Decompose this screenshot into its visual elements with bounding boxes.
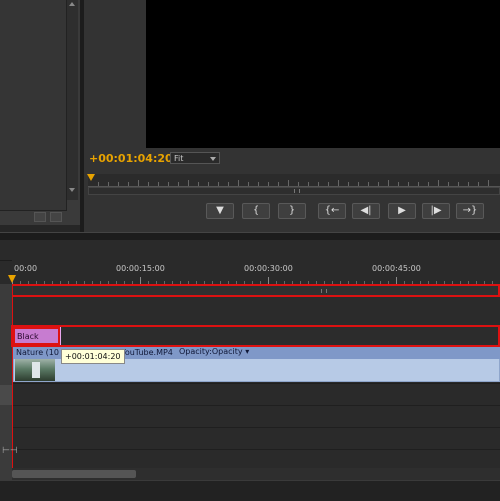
chevron-down-icon bbox=[210, 157, 216, 161]
ruler-tick bbox=[268, 277, 269, 284]
project-list bbox=[0, 0, 67, 211]
play-icon: ▶ bbox=[398, 205, 406, 216]
step-forward-button[interactable]: |▶ bbox=[422, 203, 450, 219]
go-to-out-icon: →} bbox=[462, 205, 478, 216]
status-bar bbox=[0, 480, 500, 501]
clip-thumbnail bbox=[15, 359, 55, 381]
track-header[interactable] bbox=[0, 385, 12, 405]
play-button[interactable]: ▶ bbox=[388, 203, 416, 219]
track-divider bbox=[12, 405, 500, 406]
step-forward-icon: |▶ bbox=[430, 205, 442, 216]
program-monitor-viewer bbox=[146, 0, 500, 148]
ruler-ticks bbox=[12, 277, 500, 284]
ruler-label: 00:00:30:00 bbox=[244, 264, 293, 273]
timeline-playhead-icon[interactable] bbox=[8, 275, 16, 283]
delete-icon[interactable] bbox=[50, 212, 62, 222]
track-divider bbox=[12, 383, 500, 384]
mark-out-button[interactable]: } bbox=[278, 203, 306, 219]
clip-name: Nature (10 bbox=[16, 348, 59, 357]
timecode-tooltip: +00:01:04:20 bbox=[61, 349, 125, 364]
video-track-2[interactable] bbox=[11, 325, 500, 347]
mark-out-icon: } bbox=[288, 205, 296, 216]
zoom-dropdown-label: Fit bbox=[174, 154, 184, 163]
go-to-in-button[interactable]: {← bbox=[318, 203, 346, 219]
step-back-icon: ◀| bbox=[360, 205, 372, 216]
timeline-zoom-scrollbar[interactable] bbox=[11, 284, 500, 297]
playhead-timecode[interactable]: +00:01:04:20 bbox=[89, 152, 173, 165]
track-row bbox=[12, 297, 500, 326]
mark-in-icon: { bbox=[252, 205, 260, 216]
ruler-tick bbox=[140, 277, 141, 284]
track-divider bbox=[12, 449, 500, 450]
timeline-header bbox=[0, 240, 500, 261]
scroll-down-icon[interactable] bbox=[69, 188, 75, 192]
marker-icon: ▼ bbox=[216, 205, 224, 216]
scrollbar-thumb[interactable] bbox=[12, 470, 136, 478]
monitor-zoom-scrollbar[interactable] bbox=[88, 187, 500, 195]
ruler-label: 00:00 bbox=[14, 264, 38, 273]
project-scrollbar[interactable] bbox=[67, 0, 78, 200]
opacity-label: Opacity:Opacity bbox=[179, 347, 243, 356]
go-to-out-button[interactable]: →} bbox=[456, 203, 484, 219]
add-marker-button[interactable]: ▼ bbox=[206, 203, 234, 219]
ruler-label: 00:00:15:00 bbox=[116, 264, 165, 273]
zoom-dropdown[interactable]: Fit bbox=[170, 152, 220, 164]
new-bin-icon[interactable] bbox=[34, 212, 46, 222]
clip-name-suffix: YouTube.MP4 bbox=[121, 348, 173, 357]
monitor-time-ruler[interactable] bbox=[88, 174, 500, 187]
chevron-down-icon: ▾ bbox=[245, 347, 250, 356]
scroll-up-icon[interactable] bbox=[69, 2, 75, 6]
mark-in-button[interactable]: { bbox=[242, 203, 270, 219]
monitor-playhead-icon[interactable] bbox=[87, 174, 95, 181]
zoom-slider-icon[interactable]: ⊢⊣ bbox=[2, 446, 18, 456]
ruler-label: 00:00:45:00 bbox=[372, 264, 421, 273]
step-back-button[interactable]: ◀| bbox=[352, 203, 380, 219]
ruler-tick bbox=[396, 277, 397, 284]
track-divider bbox=[12, 427, 500, 428]
opacity-dropdown[interactable]: Opacity:Opacity ▾ bbox=[179, 347, 249, 358]
clip-selection-highlight bbox=[13, 327, 60, 345]
go-to-in-icon: {← bbox=[324, 205, 340, 216]
